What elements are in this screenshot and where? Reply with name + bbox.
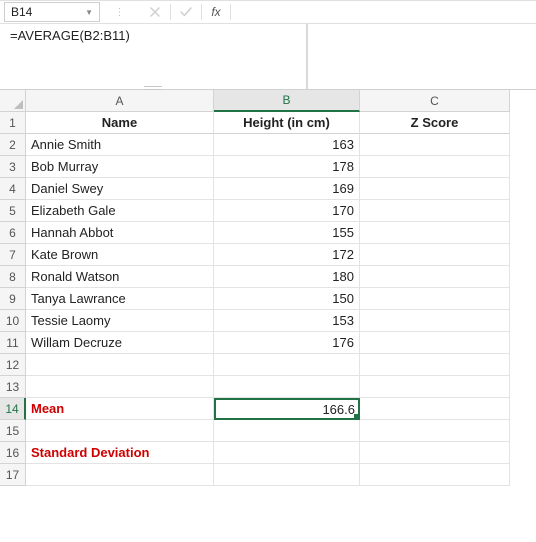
cell-C12[interactable]: [360, 354, 510, 376]
cell-B14[interactable]: 166.6: [214, 398, 360, 420]
cell-C16[interactable]: [360, 442, 510, 464]
cell-C9[interactable]: [360, 288, 510, 310]
cell-A8[interactable]: Ronald Watson: [26, 266, 214, 288]
cell-C14[interactable]: [360, 398, 510, 420]
row-header[interactable]: 4: [0, 178, 26, 200]
row-header[interactable]: 16: [0, 442, 26, 464]
row-header[interactable]: 11: [0, 332, 26, 354]
cell-B7[interactable]: 172: [214, 244, 360, 266]
cell-A1[interactable]: Name: [26, 112, 214, 134]
cell-A12[interactable]: [26, 354, 214, 376]
cell-C8[interactable]: [360, 266, 510, 288]
cell-A6[interactable]: Hannah Abbot: [26, 222, 214, 244]
insert-function-button[interactable]: fx: [202, 1, 230, 23]
cell-A13[interactable]: [26, 376, 214, 398]
cell-B9[interactable]: 150: [214, 288, 360, 310]
cell-A4[interactable]: Daniel Swey: [26, 178, 214, 200]
formula-bar-resize-handle[interactable]: [141, 86, 165, 90]
cell-B6[interactable]: 155: [214, 222, 360, 244]
cell-B2[interactable]: 163: [214, 134, 360, 156]
cell-A2[interactable]: Annie Smith: [26, 134, 214, 156]
row-header[interactable]: 3: [0, 156, 26, 178]
row-header[interactable]: 6: [0, 222, 26, 244]
cell-A15[interactable]: [26, 420, 214, 442]
cell-B13[interactable]: [214, 376, 360, 398]
cell-A7[interactable]: Kate Brown: [26, 244, 214, 266]
cell-C6[interactable]: [360, 222, 510, 244]
cell-A10[interactable]: Tessie Laomy: [26, 310, 214, 332]
cell-B15[interactable]: [214, 420, 360, 442]
cell-C15[interactable]: [360, 420, 510, 442]
cell-A16[interactable]: Standard Deviation: [26, 442, 214, 464]
spreadsheet-grid: 1 2 3 4 5 6 7 8 9 10 11 12 13 14 15 16 1…: [0, 90, 536, 486]
select-all-corner[interactable]: [0, 90, 26, 112]
formula-input[interactable]: =AVERAGE(B2:B11): [0, 24, 306, 89]
cell-C5[interactable]: [360, 200, 510, 222]
row-header[interactable]: 10: [0, 310, 26, 332]
row-header[interactable]: 7: [0, 244, 26, 266]
cell-C13[interactable]: [360, 376, 510, 398]
cell-A3[interactable]: Bob Murray: [26, 156, 214, 178]
cancel-formula-button[interactable]: [140, 1, 170, 23]
namebox-bar: B14 ▼ ⋮ fx: [0, 0, 536, 24]
cell-C2[interactable]: [360, 134, 510, 156]
cell-C3[interactable]: [360, 156, 510, 178]
chevron-down-icon: ▼: [85, 8, 93, 17]
cell-B16[interactable]: [214, 442, 360, 464]
row-header[interactable]: 14: [0, 398, 26, 420]
separator: [230, 4, 231, 20]
cell-B11[interactable]: 176: [214, 332, 360, 354]
row-header[interactable]: 15: [0, 420, 26, 442]
formula-bar: =AVERAGE(B2:B11): [0, 24, 536, 90]
cell-A11[interactable]: Willam Decruze: [26, 332, 214, 354]
cell-B1[interactable]: Height (in cm): [214, 112, 360, 134]
cell-A5[interactable]: Elizabeth Gale: [26, 200, 214, 222]
cell-C17[interactable]: [360, 464, 510, 486]
row-header[interactable]: 13: [0, 376, 26, 398]
namebox-resize-handle[interactable]: ⋮: [100, 1, 140, 23]
cell-B17[interactable]: [214, 464, 360, 486]
row-header[interactable]: 5: [0, 200, 26, 222]
cell-B12[interactable]: [214, 354, 360, 376]
cell-B10[interactable]: 153: [214, 310, 360, 332]
cell-A9[interactable]: Tanya Lawrance: [26, 288, 214, 310]
row-header[interactable]: 9: [0, 288, 26, 310]
row-header[interactable]: 12: [0, 354, 26, 376]
name-box[interactable]: B14 ▼: [4, 2, 100, 22]
row-header[interactable]: 2: [0, 134, 26, 156]
cell-A14[interactable]: Mean: [26, 398, 214, 420]
cell-B5[interactable]: 170: [214, 200, 360, 222]
column-header[interactable]: B: [214, 90, 360, 112]
enter-formula-button[interactable]: [171, 1, 201, 23]
column-header[interactable]: A: [26, 90, 214, 112]
cell-C4[interactable]: [360, 178, 510, 200]
row-header[interactable]: 1: [0, 112, 26, 134]
name-box-value: B14: [11, 5, 32, 19]
cell-C1[interactable]: Z Score: [360, 112, 510, 134]
cell-B3[interactable]: 178: [214, 156, 360, 178]
row-header[interactable]: 17: [0, 464, 26, 486]
cell-B8[interactable]: 180: [214, 266, 360, 288]
row-header[interactable]: 8: [0, 266, 26, 288]
cell-B4[interactable]: 169: [214, 178, 360, 200]
cell-C10[interactable]: [360, 310, 510, 332]
cell-A17[interactable]: [26, 464, 214, 486]
column-header[interactable]: C: [360, 90, 510, 112]
cell-C7[interactable]: [360, 244, 510, 266]
cell-C11[interactable]: [360, 332, 510, 354]
